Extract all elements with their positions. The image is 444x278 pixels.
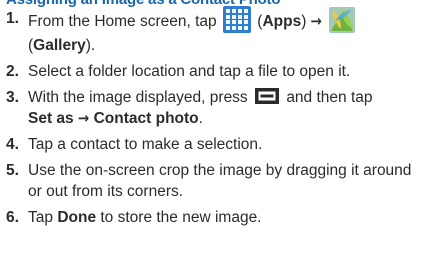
- step-text-part: From the Home screen, tap: [28, 12, 217, 30]
- menu-key-icon: [255, 87, 279, 104]
- step-4: 4. Tap a contact to make a selection.: [0, 134, 444, 155]
- step-number: 3.: [6, 89, 19, 106]
- step-number: 6.: [6, 209, 19, 226]
- step-number: 5.: [6, 162, 19, 179]
- contact-photo-label: Contact photo: [93, 110, 199, 127]
- step-text-part: and then tap: [286, 89, 373, 106]
- step-3: 3. With the image displayed, press and t…: [0, 87, 444, 129]
- step-text: Select a folder location and tap a file …: [28, 63, 351, 80]
- step-text-part: to store the new image.: [100, 209, 262, 226]
- step-1: 1. From the Home screen, tap (Apps) → (G…: [0, 6, 444, 56]
- step-text: Use the on-screen crop the image by drag…: [28, 162, 412, 200]
- step-5: 5. Use the on-screen crop the image by d…: [0, 160, 444, 202]
- done-label: Done: [57, 209, 97, 226]
- apps-label: Apps: [262, 12, 302, 30]
- step-text-part: With the image displayed, press: [28, 89, 248, 106]
- step-6: 6. Tap Done to store the new image.: [0, 207, 444, 228]
- arrow-symbol: →: [310, 11, 322, 30]
- step-text: Tap Done to store the new image.: [28, 209, 262, 226]
- step-text: Tap a contact to make a selection.: [28, 136, 263, 153]
- instruction-steps: 1. From the Home screen, tap (Apps) → (G…: [0, 6, 444, 233]
- step-2: 2. Select a folder location and tap a fi…: [0, 61, 444, 82]
- step-number: 4.: [6, 136, 19, 153]
- apps-grid-icon: [222, 6, 251, 33]
- set-as-label: Set as: [28, 110, 74, 127]
- manual-page: Assigning an Image as a Contact Photo 1.…: [0, 0, 444, 278]
- gallery-icon: [329, 6, 356, 33]
- step-number: 1.: [6, 10, 19, 27]
- gallery-label: Gallery: [33, 37, 86, 54]
- step-text: From the Home screen, tap (Apps) → (Gall…: [28, 6, 356, 54]
- step-number: 2.: [6, 63, 19, 80]
- arrow-symbol: →: [77, 109, 90, 127]
- step-text: With the image displayed, press and then…: [28, 87, 373, 127]
- step-text-part: Tap: [28, 209, 53, 226]
